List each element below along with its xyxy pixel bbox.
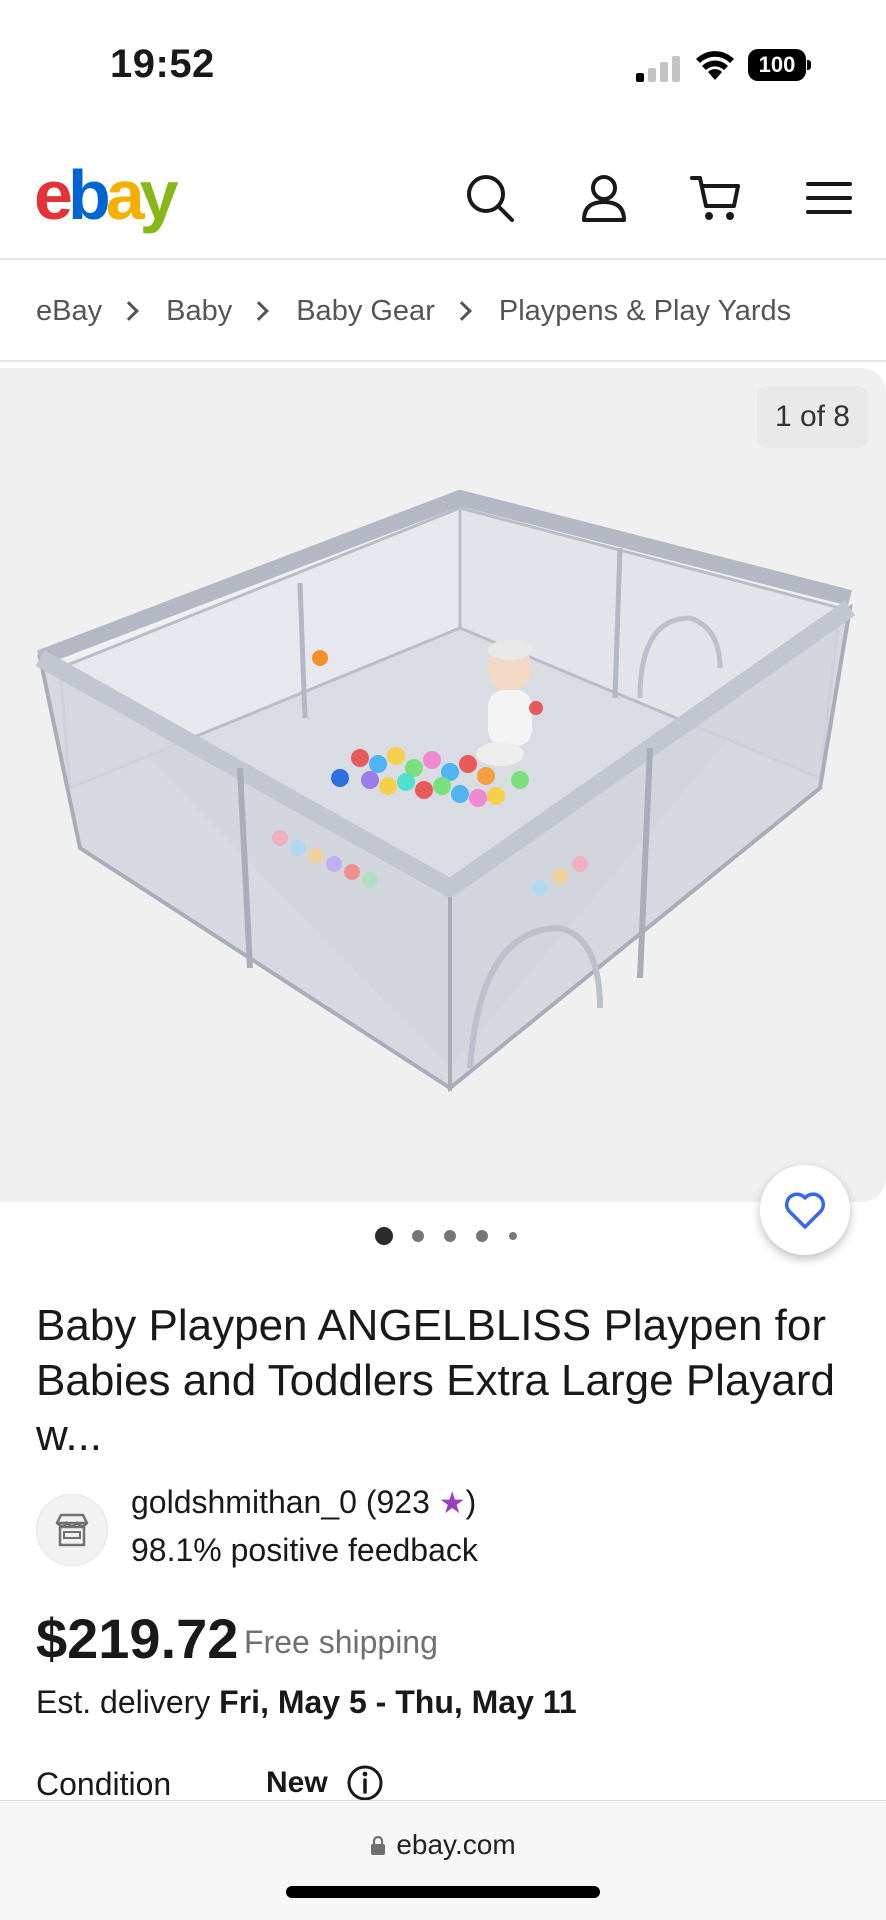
breadcrumb: eBay Baby Baby Gear Playpens & Play Yard… <box>0 262 886 362</box>
seller-info[interactable]: goldshmithan_0 (923 ★) 98.1% positive fe… <box>36 1484 856 1574</box>
breadcrumb-playpens[interactable]: Playpens & Play Yards <box>499 295 791 328</box>
pagination-dot[interactable] <box>509 1232 517 1240</box>
wifi-icon <box>696 51 734 80</box>
info-icon[interactable] <box>346 1764 384 1802</box>
cellular-signal-icon <box>636 56 680 82</box>
seller-feedback: 98.1% positive feedback <box>131 1532 478 1568</box>
product-price: $219.72 <box>36 1607 239 1670</box>
lock-icon <box>371 1836 386 1855</box>
pagination-dot[interactable] <box>476 1230 488 1242</box>
delivery-prefix: Est. delivery <box>36 1684 220 1720</box>
shipping-info: Free shipping <box>244 1624 438 1660</box>
breadcrumb-ebay[interactable]: eBay <box>36 295 102 328</box>
store-icon <box>36 1494 108 1566</box>
breadcrumb-baby-gear[interactable]: Baby Gear <box>296 295 435 328</box>
account-icon[interactable] <box>576 170 632 226</box>
delivery-estimate: Est. delivery Fri, May 5 - Thu, May 11 <box>36 1684 577 1721</box>
seller-name-text: goldshmithan_0 (923 <box>131 1484 430 1520</box>
gallery-pagination-dots <box>0 1226 886 1246</box>
product-image-gallery[interactable]: 1 of 8 <box>0 368 886 1202</box>
cart-icon[interactable] <box>688 170 744 226</box>
star-icon: ★ <box>438 1487 466 1520</box>
search-icon[interactable] <box>462 170 518 226</box>
logo-letter-e: e <box>34 156 73 234</box>
logo-letter-b: b <box>67 156 111 234</box>
battery-icon: 100 <box>748 49 812 81</box>
status-bar: 19:52 100 <box>0 0 886 130</box>
home-indicator[interactable] <box>286 1886 600 1898</box>
status-time: 19:52 <box>110 42 215 86</box>
delivery-dates: Fri, May 5 - Thu, May 11 <box>219 1684 577 1720</box>
breadcrumb-baby[interactable]: Baby <box>166 295 232 328</box>
product-title: Baby Playpen ANGELBLISS Playpen for Babi… <box>36 1301 836 1460</box>
chevron-right-icon <box>249 301 270 321</box>
url-display[interactable]: ebay.com <box>0 1829 886 1861</box>
battery-level: 100 <box>748 49 806 81</box>
product-image <box>35 490 856 1093</box>
pagination-dot[interactable] <box>412 1230 424 1242</box>
image-counter: 1 of 8 <box>756 386 868 448</box>
pagination-dot[interactable] <box>375 1227 393 1245</box>
logo-letter-a: a <box>105 156 145 234</box>
condition-value: New <box>266 1766 328 1799</box>
browser-url-bar[interactable]: ebay.com <box>0 1800 886 1920</box>
menu-icon[interactable] <box>802 170 858 226</box>
seller-name[interactable]: goldshmithan_0 (923 ★) <box>131 1484 476 1521</box>
chevron-right-icon <box>451 301 472 321</box>
condition-label: Condition <box>36 1766 172 1802</box>
pagination-dot[interactable] <box>444 1230 456 1242</box>
site-header: ebay <box>0 130 886 260</box>
logo-letter-y: y <box>139 156 179 234</box>
seller-name-close: ) <box>465 1484 477 1520</box>
chevron-right-icon <box>119 301 140 321</box>
url-domain: ebay.com <box>396 1829 516 1860</box>
ebay-logo[interactable]: ebay <box>34 160 179 230</box>
